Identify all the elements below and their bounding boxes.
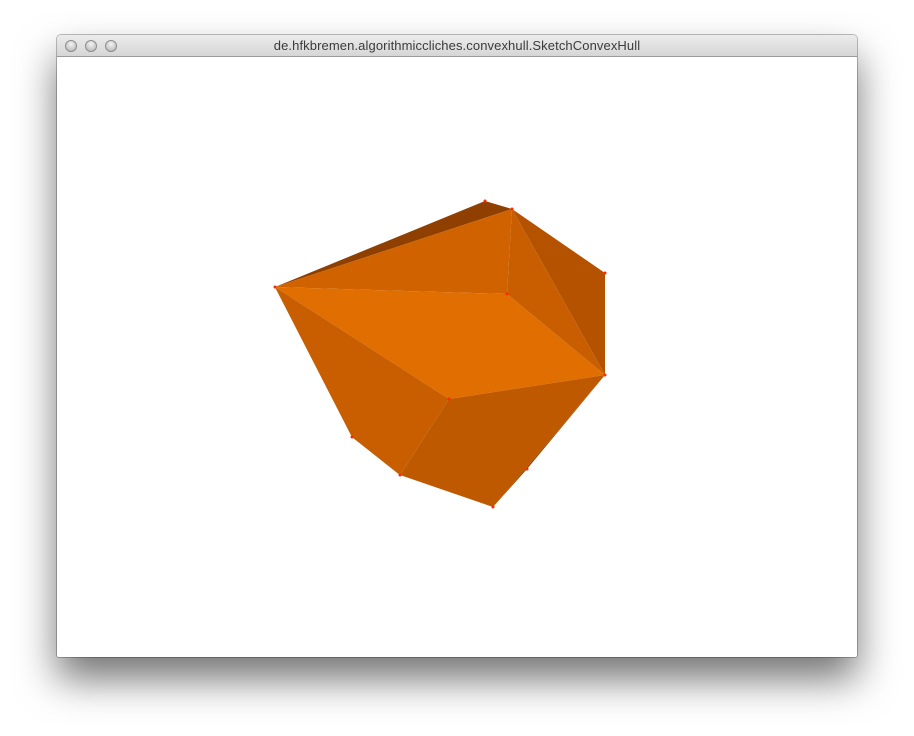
app-window: de.hfkbremen.algorithmiccliches.convexhu… <box>57 35 857 657</box>
convex-hull-shape <box>273 199 607 509</box>
window-title: de.hfkbremen.algorithmiccliches.convexhu… <box>273 38 641 53</box>
sketch-canvas[interactable] <box>57 57 857 657</box>
title-bar[interactable]: de.hfkbremen.algorithmiccliches.convexhu… <box>57 35 857 57</box>
